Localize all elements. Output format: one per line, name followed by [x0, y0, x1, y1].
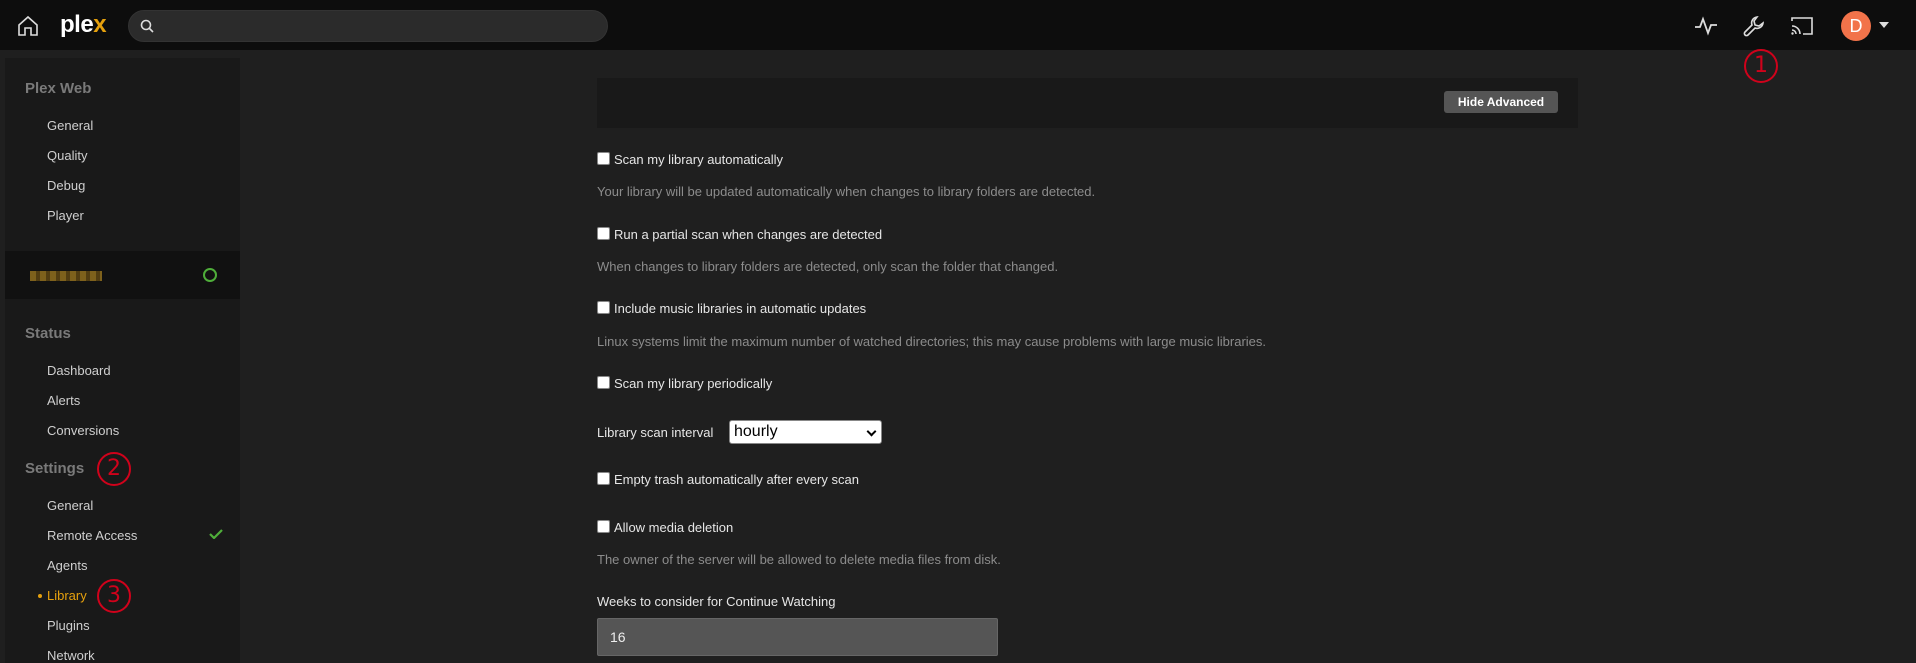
label-allow-deletion: Allow media deletion [614, 520, 734, 535]
sidebar-item-plugins[interactable]: Plugins [47, 618, 90, 633]
server-name-redacted [30, 271, 102, 281]
wrench-icon[interactable] [1741, 13, 1767, 39]
help-partial-scan: When changes to library folders are dete… [597, 259, 1059, 274]
sidebar-item-quality[interactable]: Quality [47, 148, 87, 163]
sidebar [5, 58, 240, 663]
checkbox-empty-trash[interactable] [597, 472, 610, 485]
sidebar-item-network[interactable]: Network [47, 648, 95, 663]
sidebar-item-library[interactable]: Library [47, 588, 87, 603]
label-scan-interval: Library scan interval [597, 425, 714, 440]
label-partial-scan: Run a partial scan when changes are dete… [614, 227, 883, 242]
continue-watching-input[interactable]: 16 [597, 618, 998, 656]
active-bullet-icon [38, 594, 42, 598]
check-icon [209, 529, 223, 539]
checkbox-scan-periodically[interactable] [597, 376, 610, 389]
checkbox-partial-scan[interactable] [597, 227, 610, 240]
label-continue-watching: Weeks to consider for Continue Watching [597, 594, 836, 609]
annotation-3: 3 [97, 579, 131, 613]
annotation-2: 2 [97, 452, 131, 486]
scan-interval-select[interactable]: hourly [729, 420, 882, 444]
sidebar-item-alerts[interactable]: Alerts [47, 393, 80, 408]
search-box[interactable] [128, 10, 608, 42]
plex-logo[interactable]: plex [60, 11, 107, 39]
sidebar-item-remote-access[interactable]: Remote Access [47, 528, 137, 543]
search-icon [140, 19, 154, 33]
annotation-1: 1 [1744, 49, 1778, 83]
search-input[interactable] [163, 15, 593, 37]
sidebar-item-debug[interactable]: Debug [47, 178, 85, 193]
cast-icon[interactable] [1789, 13, 1815, 39]
home-icon[interactable] [16, 14, 40, 38]
sidebar-item-settings-general[interactable]: General [47, 498, 93, 513]
section-title-status: Status [25, 325, 71, 342]
sidebar-item-agents[interactable]: Agents [47, 558, 87, 573]
section-title-settings: Settings [25, 460, 85, 477]
sidebar-item-general[interactable]: General [47, 118, 93, 133]
advanced-bar [597, 78, 1578, 128]
server-selector[interactable] [5, 251, 240, 299]
top-bar: plex D [0, 0, 1916, 50]
avatar[interactable]: D [1841, 11, 1871, 41]
label-scan-automatically: Scan my library automatically [614, 152, 784, 167]
help-allow-deletion: The owner of the server will be allowed … [597, 552, 1001, 567]
label-scan-periodically: Scan my library periodically [614, 376, 773, 391]
checkbox-include-music[interactable] [597, 301, 610, 314]
checkbox-scan-automatically[interactable] [597, 152, 610, 165]
activity-icon[interactable] [1693, 13, 1719, 39]
chevron-down-icon[interactable] [1879, 22, 1889, 28]
hide-advanced-button[interactable]: Hide Advanced [1444, 91, 1558, 113]
chevron-down-icon [866, 426, 877, 437]
server-status-icon [203, 268, 217, 282]
section-title-plex-web: Plex Web [25, 80, 92, 97]
sidebar-item-player[interactable]: Player [47, 208, 84, 223]
sidebar-item-conversions[interactable]: Conversions [47, 423, 119, 438]
help-scan-automatically: Your library will be updated automatical… [597, 184, 1096, 199]
help-include-music: Linux systems limit the maximum number o… [597, 334, 1267, 349]
label-empty-trash: Empty trash automatically after every sc… [614, 472, 859, 487]
sidebar-item-dashboard[interactable]: Dashboard [47, 363, 111, 378]
label-include-music: Include music libraries in automatic upd… [614, 301, 867, 316]
checkbox-allow-deletion[interactable] [597, 520, 610, 533]
